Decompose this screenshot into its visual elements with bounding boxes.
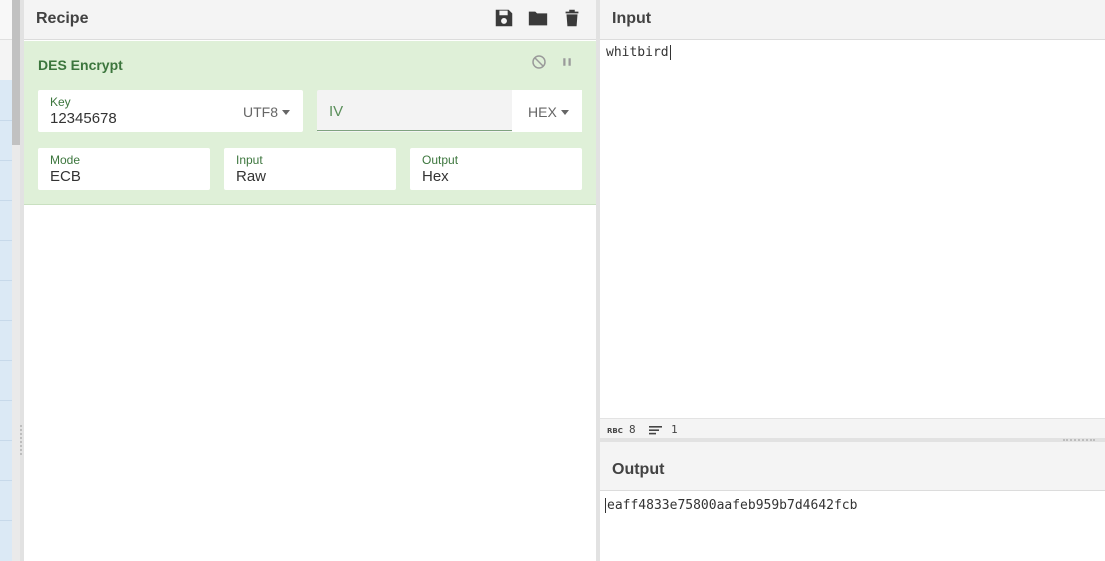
mode-field[interactable]: Mode ECB (38, 148, 210, 190)
input-length-status: RBC 8 (607, 423, 636, 436)
mode-value[interactable]: ECB (50, 168, 81, 185)
output-textarea[interactable]: eaff4833e75800aafeb959b7d4642fcb (605, 498, 857, 513)
text-cursor (669, 45, 671, 60)
disable-icon[interactable] (530, 53, 548, 71)
operations-list-strip (0, 0, 20, 561)
key-field[interactable]: Key 12345678 UTF8 (38, 90, 303, 132)
input-pane: Input whitbird RBC 8 1 (600, 0, 1105, 438)
input-format-value[interactable]: Raw (236, 168, 266, 185)
input-format-field[interactable]: Input Raw (224, 148, 396, 190)
recipe-title: Recipe (36, 10, 89, 27)
iv-placeholder: IV (329, 103, 344, 120)
output-title: Output (612, 461, 665, 478)
mode-label: Mode (50, 153, 81, 167)
input-textarea[interactable]: whitbird (606, 45, 671, 60)
key-label: Key (50, 95, 71, 109)
iv-field[interactable]: IV HEX (317, 90, 582, 132)
key-encoding-dropdown[interactable]: UTF8 (243, 104, 290, 120)
operations-scrollbar-thumb[interactable] (12, 0, 20, 145)
operations-list[interactable] (0, 80, 12, 561)
input-format-label: Input (236, 153, 263, 167)
cyberchef-window: Recipe DES Encrypt Key 12345678 UTF8 IV … (0, 0, 1105, 561)
trash-icon[interactable] (561, 7, 583, 29)
save-icon[interactable] (493, 7, 515, 29)
folder-open-icon[interactable] (527, 7, 549, 29)
pause-icon[interactable] (558, 53, 576, 71)
output-format-field[interactable]: Output Hex (410, 148, 582, 190)
des-encrypt-operation[interactable]: DES Encrypt Key 12345678 UTF8 IV HEX Mod… (24, 41, 596, 205)
chevron-down-icon (282, 109, 290, 115)
operation-title: DES Encrypt (38, 57, 123, 73)
input-title: Input (612, 10, 652, 27)
output-pane: Output eaff4833e75800aafeb959b7d4642fcb (600, 442, 1105, 561)
lines-icon (649, 425, 665, 435)
text-cursor (605, 498, 606, 513)
output-header: Output (600, 442, 1105, 491)
input-status-bar: RBC 8 1 (600, 418, 1105, 438)
recipe-header: Recipe (24, 0, 596, 40)
input-lines-status: 1 (649, 423, 678, 436)
output-format-value[interactable]: Hex (422, 168, 449, 185)
abc-icon: RBC (607, 425, 623, 435)
chevron-down-icon (560, 109, 569, 115)
input-header: Input (600, 0, 1105, 40)
svg-text:RBC: RBC (607, 427, 623, 435)
iv-encoding-dropdown[interactable]: HEX (528, 104, 569, 120)
io-panes: Input whitbird RBC 8 1 Output eaff4833e7… (600, 0, 1105, 561)
key-value[interactable]: 12345678 (50, 110, 117, 127)
recipe-pane: Recipe DES Encrypt Key 12345678 UTF8 IV … (24, 0, 596, 561)
output-format-label: Output (422, 153, 459, 167)
